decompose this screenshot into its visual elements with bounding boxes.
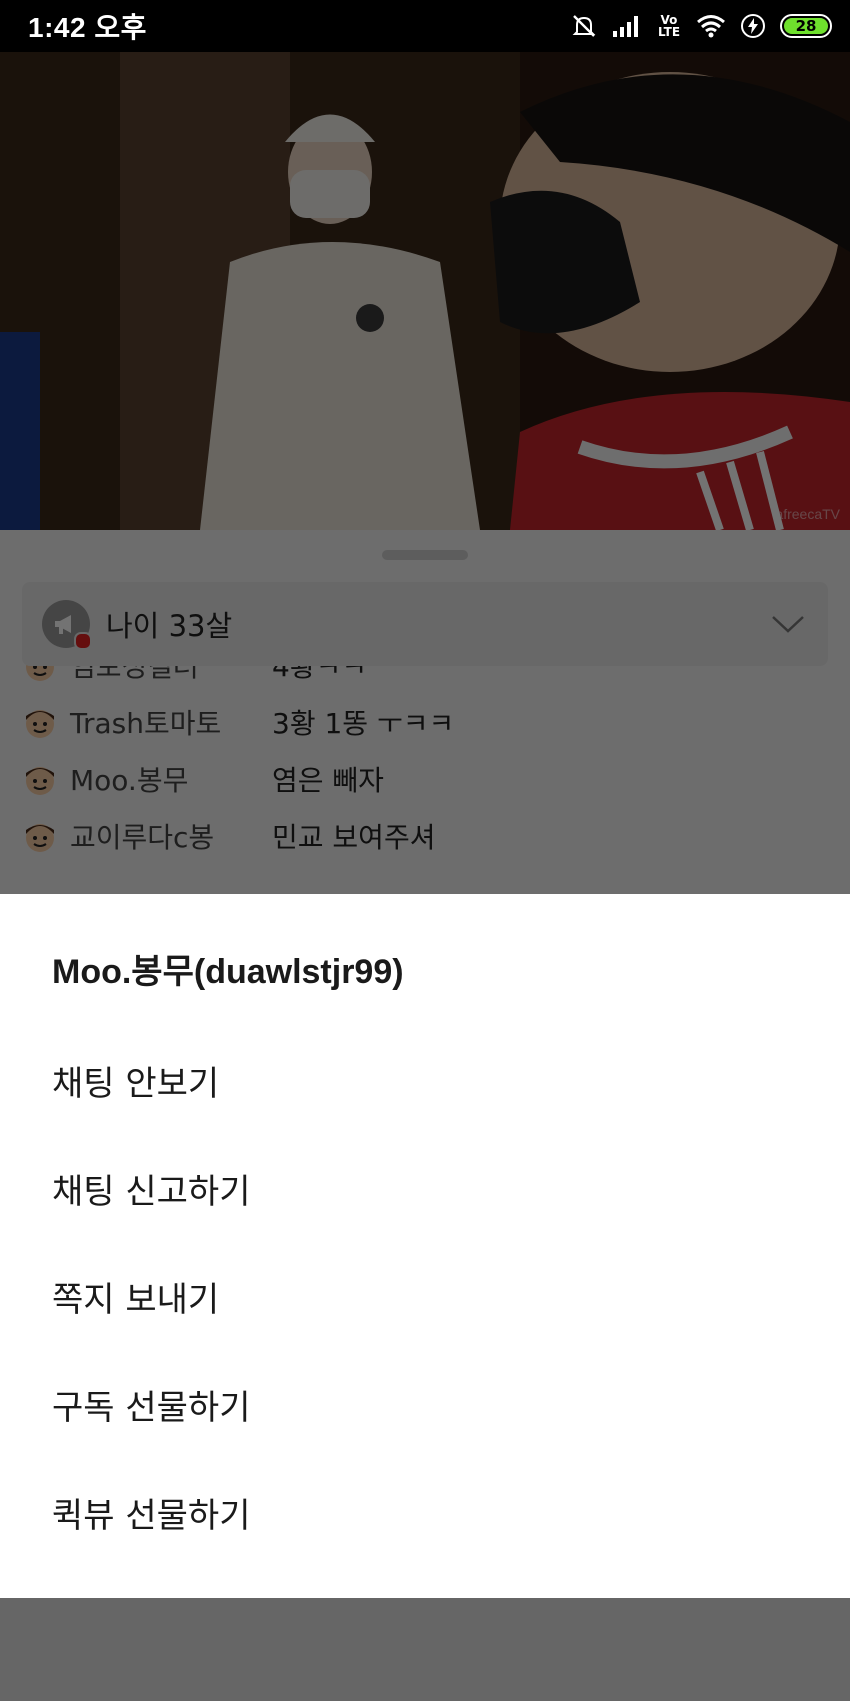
gift-quickview-button[interactable]: 퀵뷰 선물하기 — [52, 1486, 812, 1546]
notice-text: 나이 33살 — [106, 609, 233, 643]
chat-list: 염보성킬러 4황ㅋㅋ Trash토마토 3황 1똥 ㅜㅋㅋ Moo.봉무 염은 … — [22, 636, 828, 864]
status-time: 1:42 오후 — [28, 12, 147, 43]
chat-row[interactable]: Trash토마토 3황 1똥 ㅜㅋㅋ — [22, 693, 828, 750]
chat-message: 민교 보여주셔 — [272, 820, 436, 854]
watermark: afreecaTV — [775, 506, 840, 522]
sheet-title: Moo.봉무(duawlstjr99) — [52, 953, 404, 991]
live-dot — [74, 632, 92, 650]
status-icons: Vo LTE 28 — [570, 12, 832, 40]
notice-bar[interactable]: 나이 33살 — [22, 582, 828, 666]
user-avatar-icon — [22, 818, 58, 854]
mute-bell-icon — [570, 12, 598, 40]
drag-handle[interactable] — [382, 550, 468, 560]
megaphone-icon — [42, 600, 92, 650]
video-frame-image — [0, 52, 850, 530]
chat-area: 염보성킬러 4황ㅋㅋ Trash토마토 3황 1똥 ㅜㅋㅋ Moo.봉무 염은 … — [0, 530, 850, 894]
wifi-icon — [696, 14, 726, 38]
user-avatar-icon — [22, 761, 58, 797]
send-message-button[interactable]: 쪽지 보내기 — [52, 1270, 812, 1330]
user-avatar-icon — [22, 704, 58, 740]
video-player[interactable]: afreecaTV — [0, 52, 850, 530]
chat-row[interactable]: 교이루다c봉 민교 보여주셔 — [22, 807, 828, 864]
chat-username[interactable]: Trash토마토 — [70, 702, 272, 742]
chevron-down-icon[interactable] — [768, 604, 808, 644]
user-action-sheet: Moo.봉무(duawlstjr99) 채팅 안보기 채팅 신고하기 쪽지 보내… — [0, 894, 850, 1598]
gift-subscription-button[interactable]: 구독 선물하기 — [52, 1378, 812, 1438]
report-chat-button[interactable]: 채팅 신고하기 — [52, 1162, 812, 1222]
battery-icon: 28 — [780, 14, 832, 38]
chat-username[interactable]: Moo.봉무 — [70, 759, 272, 799]
hide-chat-button[interactable]: 채팅 안보기 — [52, 1054, 812, 1114]
chat-row[interactable]: Moo.봉무 염은 빼자 — [22, 750, 828, 807]
volte-icon: Vo LTE — [657, 13, 681, 39]
signal-icon — [612, 14, 642, 38]
charging-icon — [740, 13, 766, 39]
chat-message: 염은 빼자 — [272, 763, 384, 797]
status-bar: 1:42 오후 Vo LTE 28 — [0, 0, 850, 52]
chat-message: 3황 1똥 ㅜㅋㅋ — [272, 706, 455, 740]
battery-level: 28 — [784, 17, 828, 35]
chat-username[interactable]: 교이루다c봉 — [70, 816, 272, 856]
